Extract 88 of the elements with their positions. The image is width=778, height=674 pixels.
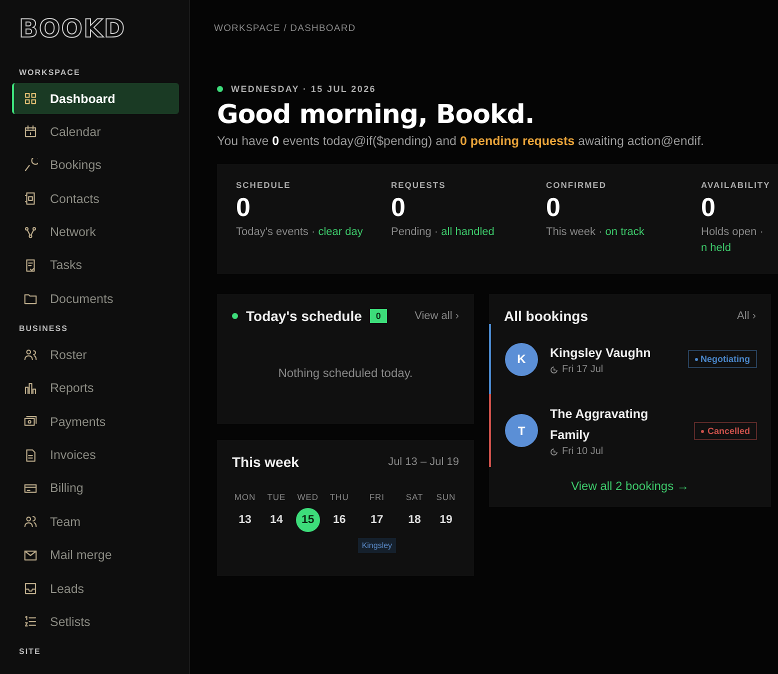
card-title: Today's schedule xyxy=(246,308,362,324)
status-dot-icon xyxy=(694,358,698,362)
empty-message: Nothing scheduled today. xyxy=(277,366,414,380)
avatar: T xyxy=(505,414,538,447)
day-number[interactable]: 15 xyxy=(296,508,320,532)
nav-icon xyxy=(23,124,38,140)
nav-item[interactable]: Contacts xyxy=(12,183,179,214)
weekday-label: SAT xyxy=(406,492,424,502)
nav-item[interactable]: Payments xyxy=(12,406,179,438)
stat-value: 0 xyxy=(391,192,406,222)
stat-value: 0 xyxy=(546,192,562,222)
nav-item[interactable]: Calendar xyxy=(12,116,179,148)
stat-hint: Pending · all handled xyxy=(391,225,496,240)
nav-item[interactable]: Tasks xyxy=(12,250,179,281)
stat-hint: Today's events · clear day xyxy=(236,225,364,240)
day-number[interactable]: 19 xyxy=(434,508,458,532)
card-title: This week xyxy=(232,454,299,470)
breadcrumb: WORKSPACE / DASHBOARD xyxy=(214,22,356,34)
booking-date: Fri 10 Jul xyxy=(562,446,604,457)
nav-item[interactable]: Reports xyxy=(12,372,179,404)
stat-label: REQUESTS xyxy=(391,180,447,190)
stat-label: AVAILABILITY xyxy=(701,180,772,190)
stat-label: SCHEDULE xyxy=(236,180,292,190)
stat-label: CONFIRMED xyxy=(546,180,608,190)
day-number[interactable]: 13 xyxy=(233,508,257,532)
day-number[interactable]: 18 xyxy=(402,508,427,532)
nav-item[interactable]: Network xyxy=(12,216,179,248)
event-chip[interactable]: Kingsley xyxy=(358,538,396,553)
status-badge: Cancelled xyxy=(694,422,757,440)
nav-icon xyxy=(23,158,38,173)
nav-icon xyxy=(23,548,38,563)
day-number[interactable]: 17 xyxy=(364,508,389,532)
nav-item[interactable]: Dashboard xyxy=(12,83,179,114)
nav-icon xyxy=(23,291,38,306)
stat-value: 0 xyxy=(701,192,716,222)
status-dot-icon xyxy=(232,313,238,319)
nav-icon xyxy=(23,258,38,273)
stat-hint: This week · on track xyxy=(546,225,646,240)
greeting-heading: Good morning, Bookd. xyxy=(217,100,536,130)
stat-value: 0 xyxy=(236,192,252,222)
weekday-label: FRI xyxy=(369,492,385,502)
booking-name[interactable]: The Aggravating Family xyxy=(550,404,682,446)
nav-icon xyxy=(23,224,38,240)
nav-icon xyxy=(23,347,38,362)
nav-item[interactable]: Bookings xyxy=(12,150,179,181)
nav-icon xyxy=(23,614,38,630)
weekday-label: WED xyxy=(297,492,319,502)
nav-item[interactable]: Leads xyxy=(12,573,179,604)
nav-item[interactable]: Setlists xyxy=(12,606,179,638)
nav-item[interactable]: Invoices xyxy=(12,440,179,471)
nav-icon xyxy=(23,514,38,530)
date-label: WEDNESDAY · 15 JUL 2026 xyxy=(231,84,376,94)
stat-hint: Holds open · n held xyxy=(701,225,764,256)
day-number[interactable]: 16 xyxy=(327,508,352,532)
count-badge: 0 xyxy=(370,309,387,323)
booking-name[interactable]: Kingsley Vaughn xyxy=(550,343,676,364)
view-all-bookings-link[interactable]: View all 2 bookings → xyxy=(489,479,771,493)
card-title: All bookings xyxy=(504,308,588,324)
weekday-label: THU xyxy=(330,492,349,502)
section-title: SITE xyxy=(19,647,42,656)
nav-item[interactable]: Team xyxy=(12,506,179,538)
booking-date: Fri 17 Jul xyxy=(562,364,604,375)
nav-icon xyxy=(23,448,38,463)
status-badge: Negotiating xyxy=(688,350,757,368)
status-dot-icon xyxy=(701,430,704,433)
clock-icon xyxy=(550,366,558,374)
nav-item[interactable]: Documents xyxy=(12,283,179,314)
weekday-label: SUN xyxy=(436,492,456,502)
summary-text: You have 0 events today@if($pending) and 0 pending requests awaiting action@endif. xyxy=(217,134,706,148)
clock-icon xyxy=(550,448,558,456)
nav-item[interactable]: Mail merge xyxy=(12,540,179,571)
day-number[interactable]: 14 xyxy=(264,508,288,532)
weekday-label: TUE xyxy=(267,492,286,502)
logo: BOOKD xyxy=(19,14,126,44)
weekday-label: MON xyxy=(234,492,256,502)
filter-link[interactable]: All › xyxy=(737,310,756,322)
avatar: K xyxy=(505,342,538,376)
nav-icon xyxy=(23,581,38,596)
section-title: WORKSPACE xyxy=(19,68,82,77)
view-all-link[interactable]: View all › xyxy=(414,310,459,322)
nav-icon xyxy=(23,191,38,206)
nav-icon xyxy=(23,380,38,396)
date-range: Jul 13 – Jul 19 xyxy=(388,456,459,468)
section-title: BUSINESS xyxy=(19,324,69,334)
nav-icon xyxy=(23,91,38,106)
nav-item[interactable]: Billing xyxy=(12,472,179,504)
status-dot-icon xyxy=(217,86,223,92)
nav-item[interactable]: Roster xyxy=(12,339,179,370)
